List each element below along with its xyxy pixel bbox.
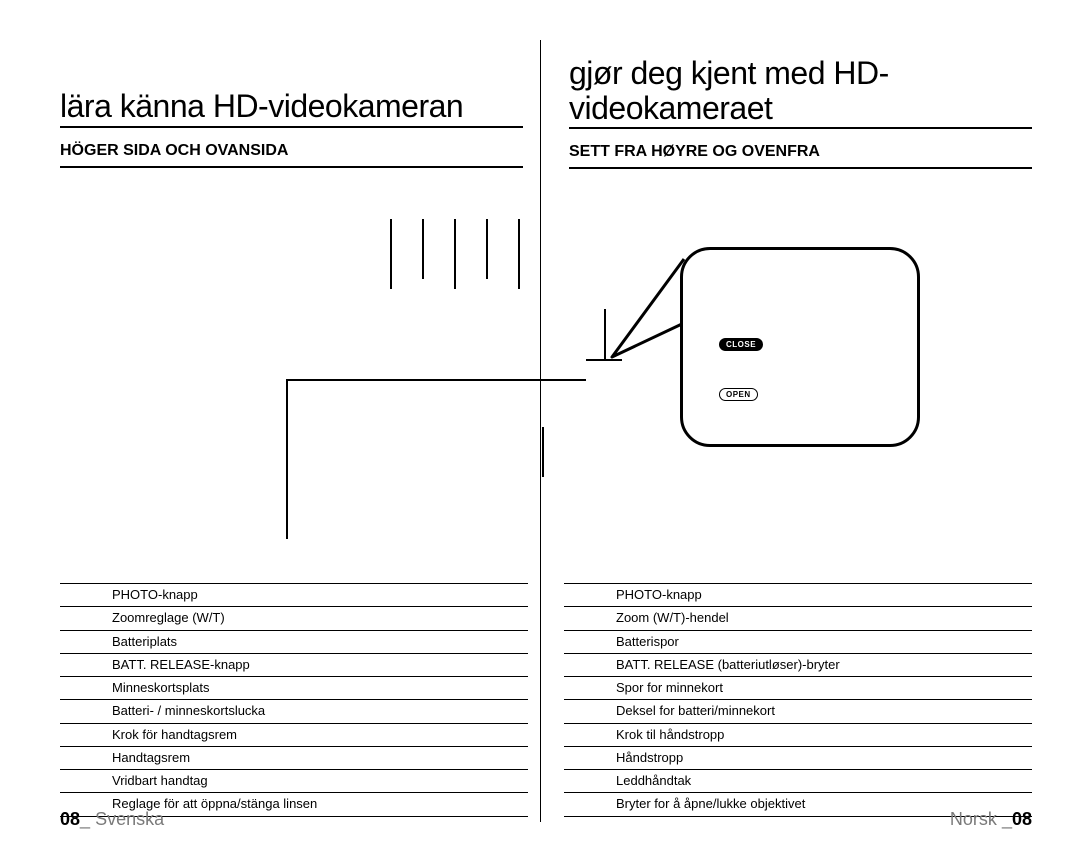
list-item: Batterispor bbox=[564, 631, 1032, 654]
footer-right: Norsk _08 bbox=[950, 809, 1032, 830]
list-item: Minneskortsplats bbox=[60, 677, 528, 700]
device-outline bbox=[286, 379, 586, 539]
page-footer: 08_ Svenska Norsk _08 bbox=[60, 809, 1032, 830]
callout-lines-top bbox=[390, 219, 520, 289]
list-item: Spor for minnekort bbox=[564, 677, 1032, 700]
lens-cover-detail: CLOSE OPEN bbox=[680, 247, 920, 447]
footer-left: 08_ Svenska bbox=[60, 809, 164, 830]
right-column-header: gjør deg kjent med HD-videokameraet SETT… bbox=[559, 56, 1032, 169]
title-row: lära känna HD-videokameran HÖGER SIDA OC… bbox=[60, 56, 1032, 169]
list-item: Batteri- / minneskortslucka bbox=[60, 700, 528, 723]
parts-lists: PHOTO-knapp Zoomreglage (W/T) Batteripla… bbox=[60, 583, 1032, 817]
right-subhead: SETT FRA HØYRE OG OVENFRA bbox=[569, 143, 1032, 169]
footer-sep: _ bbox=[80, 809, 90, 829]
callout-line bbox=[542, 427, 544, 477]
callout-line bbox=[486, 219, 488, 279]
diagram-area: CLOSE OPEN bbox=[60, 209, 1032, 549]
right-parts-list: PHOTO-knapp Zoom (W/T)-hendel Batterispo… bbox=[564, 583, 1032, 817]
list-item: Vridbart handtag bbox=[60, 770, 528, 793]
manual-page: lära känna HD-videokameran HÖGER SIDA OC… bbox=[0, 0, 1080, 866]
page-lang-right: Norsk bbox=[950, 809, 997, 829]
list-item: Deksel for batteri/minnekort bbox=[564, 700, 1032, 723]
left-title: lära känna HD-videokameran bbox=[60, 89, 523, 128]
list-item: Zoom (W/T)-hendel bbox=[564, 607, 1032, 630]
list-item: BATT. RELEASE-knapp bbox=[60, 654, 528, 677]
list-item: BATT. RELEASE (batteriutløser)-bryter bbox=[564, 654, 1032, 677]
list-item: Handtagsrem bbox=[60, 747, 528, 770]
list-item: Krok för handtagsrem bbox=[60, 724, 528, 747]
list-item: Leddhåndtak bbox=[564, 770, 1032, 793]
left-column-header: lära känna HD-videokameran HÖGER SIDA OC… bbox=[60, 56, 523, 169]
close-label-pill: CLOSE bbox=[719, 338, 763, 351]
list-item: PHOTO-knapp bbox=[60, 583, 528, 607]
open-label-pill: OPEN bbox=[719, 388, 758, 401]
list-item: Håndstropp bbox=[564, 747, 1032, 770]
list-item: Krok til håndstropp bbox=[564, 724, 1032, 747]
right-title: gjør deg kjent med HD-videokameraet bbox=[569, 56, 1032, 129]
callout-line bbox=[518, 219, 520, 289]
callout-line bbox=[390, 219, 392, 289]
list-item: PHOTO-knapp bbox=[564, 583, 1032, 607]
callout-line bbox=[454, 219, 456, 289]
left-subhead: HÖGER SIDA OCH OVANSIDA bbox=[60, 142, 523, 168]
callout-line bbox=[422, 219, 424, 279]
page-number-right: 08 bbox=[1012, 809, 1032, 829]
list-item: Zoomreglage (W/T) bbox=[60, 607, 528, 630]
page-number-left: 08 bbox=[60, 809, 80, 829]
footer-sep: _ bbox=[1002, 809, 1012, 829]
list-item: Batteriplats bbox=[60, 631, 528, 654]
left-parts-list: PHOTO-knapp Zoomreglage (W/T) Batteripla… bbox=[60, 583, 528, 817]
page-lang-left: Svenska bbox=[95, 809, 164, 829]
